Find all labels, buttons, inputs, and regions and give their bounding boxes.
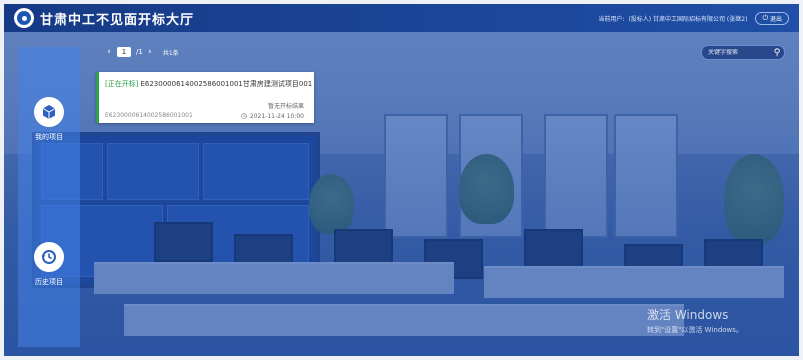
app-window: 甘肃中工不见面开标大厅 当前用户: (投标人) 甘肃中工国际招标有限公司 (张继… [4,4,799,356]
page-number-input[interactable]: 1 [117,47,131,57]
search-box: ⚲ [701,45,785,60]
sidebar-item-label: 我的项目 [35,133,63,141]
watermark-line2: 转到"设置"以激活 Windows。 [647,326,743,334]
history-icon [34,242,64,272]
exit-label: 退出 [769,15,782,23]
prev-page-icon[interactable]: ‹ [104,47,114,57]
power-icon: ⏻ [762,13,768,22]
sidebar-item-history[interactable]: 历史项目 [18,242,80,287]
project-name: E6230000614002586001001甘肃房建测试项目001 [140,80,313,88]
total-count: 共1条 [162,49,179,57]
status-badge: [正在开标] [105,80,139,88]
search-input[interactable] [702,49,770,56]
project-time: ◷ 2021-11-24 10:00 [241,112,304,120]
next-page-icon[interactable]: › [145,47,155,57]
top-header: 甘肃中工不见面开标大厅 当前用户: (投标人) 甘肃中工国际招标有限公司 (张继… [4,4,799,32]
clock-icon: ◷ [240,112,247,120]
project-code: E6230000614002586001001 [105,112,193,119]
app-title: 甘肃中工不见面开标大厅 [40,12,195,28]
sidebar: 我的项目 历史项目 [18,47,80,347]
sidebar-item-label: 历史项目 [35,278,63,286]
sidebar-item-my-projects[interactable]: 我的项目 [18,97,80,142]
windows-watermark: 激活 Windows 转到"设置"以激活 Windows。 [647,306,743,335]
page-count: /1 [136,48,143,56]
pagination: ‹ 1 /1 › 共1条 [104,47,179,57]
project-card[interactable]: [正在开标] E6230000614002586001001甘肃房建测试项目001… [96,72,314,123]
project-title: [正在开标] E6230000614002586001001甘肃房建测试项目001 [105,79,312,89]
user-label: 当前用户: [598,15,625,23]
status-bar [96,72,99,123]
result-note: 暂无开标结果 [267,103,304,110]
user-area: 当前用户: (投标人) 甘肃中工国际招标有限公司 (张继2) ⏻ 退出 [598,11,799,25]
exit-button[interactable]: ⏻ 退出 [755,11,789,25]
watermark-line1: 激活 Windows [647,308,729,322]
time-value: 2021-11-24 10:00 [249,112,304,120]
search-icon[interactable]: ⚲ [770,48,784,58]
user-name: (投标人) 甘肃中工国际招标有限公司 (张继2) [628,15,748,23]
cube-icon [34,97,64,127]
logo-icon [14,8,34,28]
